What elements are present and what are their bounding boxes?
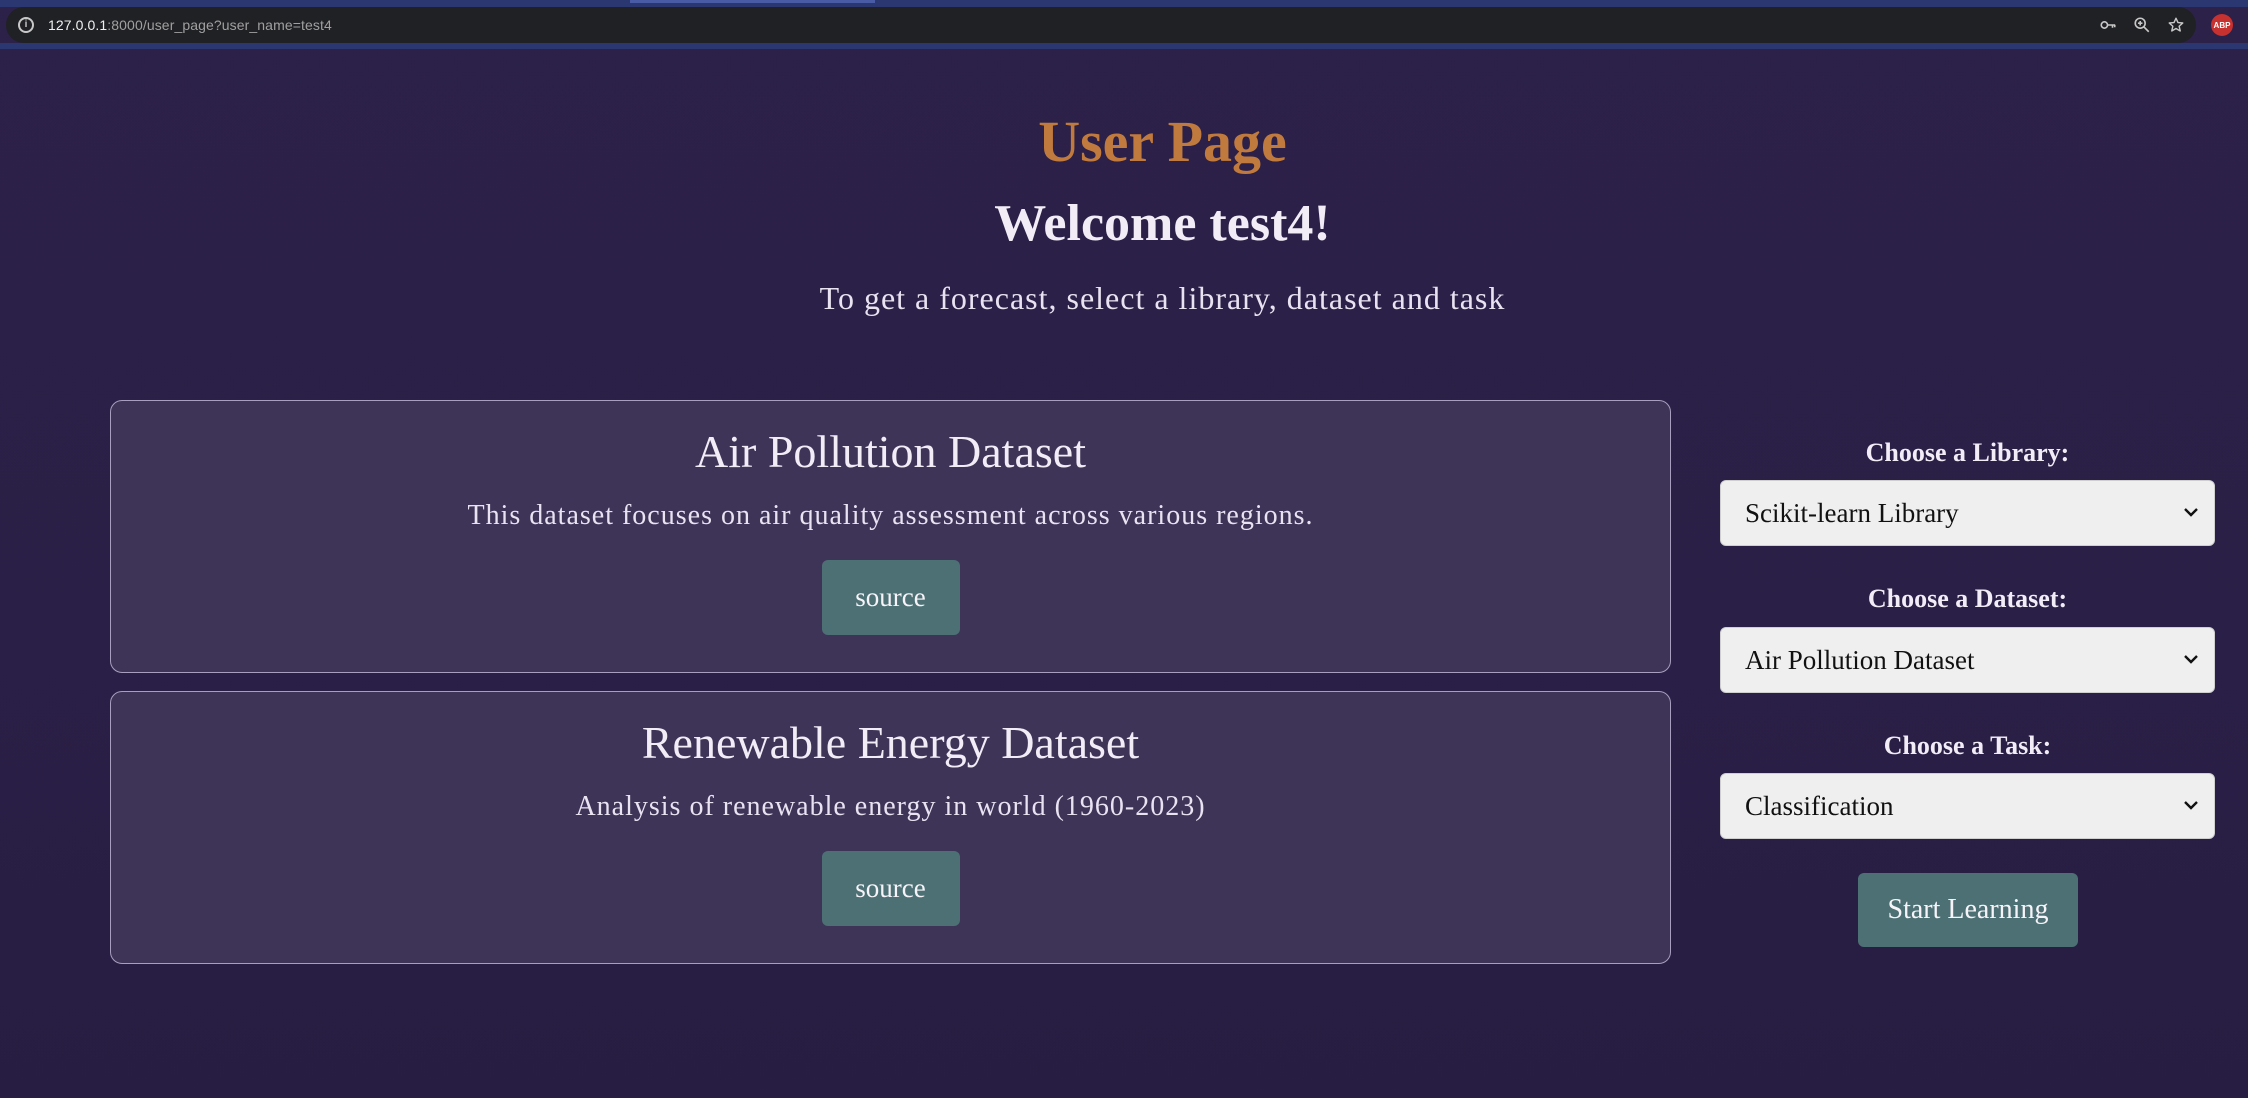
dataset-select-value: Air Pollution Dataset bbox=[1745, 644, 1975, 675]
dataset-card-air-pollution: Air Pollution Dataset This dataset focus… bbox=[110, 400, 1671, 673]
dataset-card-renewable-energy: Renewable Energy Dataset Analysis of ren… bbox=[110, 691, 1671, 964]
instructions-text: To get a forecast, select a library, dat… bbox=[819, 280, 1506, 316]
dataset-description: This dataset focuses on air quality asse… bbox=[467, 500, 1314, 531]
url-text[interactable]: 127.0.0.1:8000/user_page?user_name=test4 bbox=[48, 17, 332, 33]
key-icon[interactable] bbox=[2098, 15, 2118, 35]
library-label: Choose a Library: bbox=[1865, 438, 2070, 467]
browser-tab-strip bbox=[0, 0, 2248, 7]
task-select[interactable]: Classification bbox=[1720, 773, 2215, 839]
address-bar[interactable]: i 127.0.0.1:8000/user_page?user_name=tes… bbox=[6, 7, 2196, 43]
site-info-icon[interactable]: i bbox=[18, 17, 34, 33]
source-button[interactable]: source bbox=[821, 851, 960, 926]
dataset-label: Choose a Dataset: bbox=[1867, 584, 2068, 613]
task-select-value: Classification bbox=[1745, 790, 1894, 821]
start-learning-button[interactable]: Start Learning bbox=[1858, 873, 2078, 947]
page-title: User Page bbox=[1038, 109, 1287, 174]
active-tab-indicator[interactable] bbox=[630, 0, 875, 3]
url-host: 127.0.0.1 bbox=[48, 17, 108, 33]
library-select[interactable]: Scikit-learn Library bbox=[1720, 480, 2215, 546]
chevron-down-icon bbox=[2184, 655, 2198, 664]
chevron-down-icon bbox=[2184, 801, 2198, 810]
library-select-value: Scikit-learn Library bbox=[1745, 497, 1959, 528]
dataset-title: Air Pollution Dataset bbox=[695, 426, 1086, 477]
adblock-extension-icon[interactable]: ABP bbox=[2211, 14, 2233, 36]
zoom-icon[interactable] bbox=[2132, 15, 2152, 35]
dataset-description: Analysis of renewable energy in world (1… bbox=[575, 791, 1206, 822]
browser-toolbar-edge bbox=[0, 43, 2248, 49]
url-path: :8000/user_page?user_name=test4 bbox=[107, 17, 332, 33]
bookmark-star-icon[interactable] bbox=[2166, 15, 2186, 35]
dataset-select[interactable]: Air Pollution Dataset bbox=[1720, 627, 2215, 693]
address-bar-actions bbox=[2098, 7, 2186, 43]
task-label: Choose a Task: bbox=[1883, 731, 2052, 760]
source-button[interactable]: source bbox=[821, 560, 960, 635]
dataset-title: Renewable Energy Dataset bbox=[641, 717, 1140, 768]
chevron-down-icon bbox=[2184, 508, 2198, 517]
welcome-heading: Welcome test4! bbox=[994, 195, 1331, 252]
